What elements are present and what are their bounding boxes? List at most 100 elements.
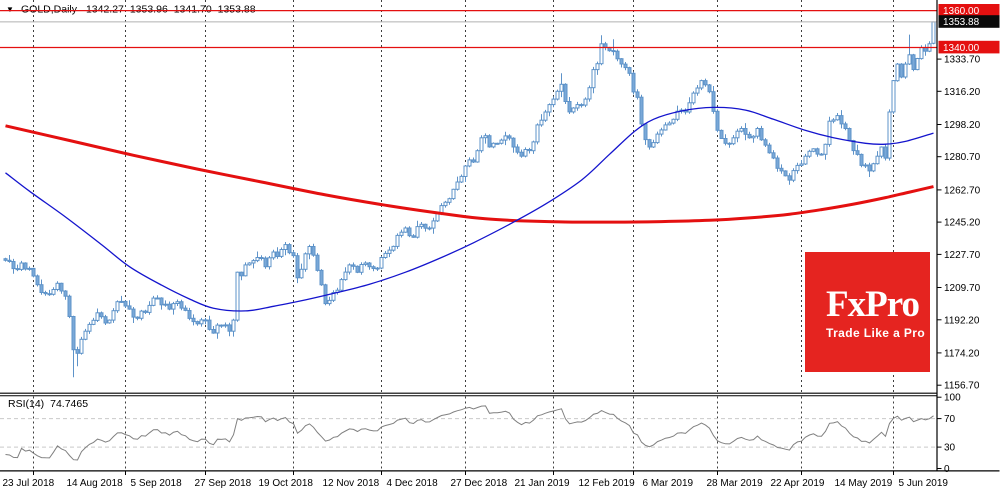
candle [871, 162, 876, 173]
candle [651, 139, 656, 148]
rsi-current-value: 74.7465 [50, 398, 88, 410]
symbol-dropdown-icon[interactable]: ▼ [6, 5, 14, 14]
price-tick-label: 1245.20 [944, 218, 981, 229]
chart-window: ▼ GOLD,Daily 1342.27 1353.96 1341.70 135… [0, 0, 1000, 500]
candle [803, 153, 808, 165]
candle [659, 127, 664, 137]
candle [691, 91, 696, 105]
candle [591, 66, 596, 94]
candle [431, 217, 436, 234]
candle [235, 271, 240, 322]
horizontal-price-lines[interactable] [0, 10, 937, 49]
candle [183, 305, 188, 312]
candle [615, 49, 620, 62]
rsi-tick-label: 30 [944, 443, 956, 454]
date-label: 28 Mar 2019 [707, 478, 764, 489]
candle [363, 261, 368, 267]
candle [375, 267, 380, 271]
price-tick-label: 1209.70 [944, 283, 981, 294]
candle [315, 253, 320, 272]
candle [711, 86, 716, 114]
date-label: 6 Mar 2019 [643, 478, 694, 489]
candle [367, 262, 372, 270]
candle [83, 328, 88, 341]
candle [503, 131, 508, 146]
candle [599, 35, 604, 66]
candle [127, 300, 132, 310]
candle [443, 200, 448, 208]
candle [179, 299, 184, 311]
candle [559, 73, 564, 98]
candle [327, 296, 332, 306]
date-label: 5 Jun 2019 [899, 478, 949, 489]
candle [675, 105, 680, 122]
candle [799, 160, 804, 167]
price-tick-label: 1262.70 [944, 185, 981, 196]
date-label: 22 Apr 2019 [771, 478, 825, 489]
candle [43, 290, 48, 296]
candle [703, 78, 708, 87]
candle [819, 153, 824, 156]
price-tick-label: 1280.70 [944, 152, 981, 163]
candle [467, 157, 472, 168]
candle [543, 109, 548, 122]
candle [247, 262, 252, 266]
candle [199, 317, 204, 327]
date-label: 12 Nov 2018 [323, 478, 380, 489]
date-label: 27 Sep 2018 [195, 478, 252, 489]
candle [759, 125, 764, 141]
candle [575, 101, 580, 111]
candle [175, 299, 180, 306]
candle [239, 271, 244, 281]
candle [635, 89, 640, 100]
date-label: 19 Oct 2018 [259, 478, 314, 489]
candle [863, 163, 868, 168]
candle [587, 85, 592, 102]
candle [479, 135, 484, 153]
candle [811, 148, 816, 153]
candle [395, 233, 400, 249]
candle [771, 150, 776, 160]
date-label: 4 Dec 2018 [387, 478, 439, 489]
candle [27, 266, 32, 271]
candle [471, 157, 476, 163]
candle [859, 153, 864, 168]
candle [383, 251, 388, 259]
candle [3, 257, 8, 262]
broker-logo-title: FxPro [826, 284, 920, 325]
candle [35, 274, 40, 287]
candle [927, 41, 932, 53]
candle [399, 229, 404, 238]
time-grid [33, 0, 894, 475]
candle [379, 256, 384, 270]
symbol-timeframe-label: GOLD,Daily [21, 4, 78, 16]
candle [275, 247, 280, 259]
candle [683, 108, 688, 115]
candle [143, 309, 148, 314]
candle [51, 287, 56, 296]
price-tick-label: 1174.20 [944, 348, 980, 359]
ohlc-high: 1353.96 [130, 4, 168, 16]
candle [815, 147, 820, 157]
candle [727, 142, 732, 148]
candle [255, 251, 260, 263]
candle [63, 290, 68, 300]
candle [347, 263, 352, 275]
chart-canvas[interactable]: ▼ GOLD,Daily 1342.27 1353.96 1341.70 135… [0, 0, 1000, 500]
candle [387, 246, 392, 258]
candle [535, 123, 540, 145]
current-price-badge: 1353.88 [938, 15, 1000, 28]
ohlc-low: 1341.70 [174, 4, 212, 16]
candle [151, 295, 156, 307]
rsi-tick-label: 0 [944, 464, 950, 475]
candle [895, 63, 900, 82]
price-tick-label: 1333.70 [944, 55, 981, 66]
candle [223, 322, 228, 328]
candle [907, 34, 912, 65]
candle [495, 142, 500, 145]
candle [15, 264, 20, 272]
panel-frame [0, 0, 1000, 472]
candle [263, 256, 268, 269]
candle [915, 57, 920, 71]
candle [491, 142, 496, 149]
